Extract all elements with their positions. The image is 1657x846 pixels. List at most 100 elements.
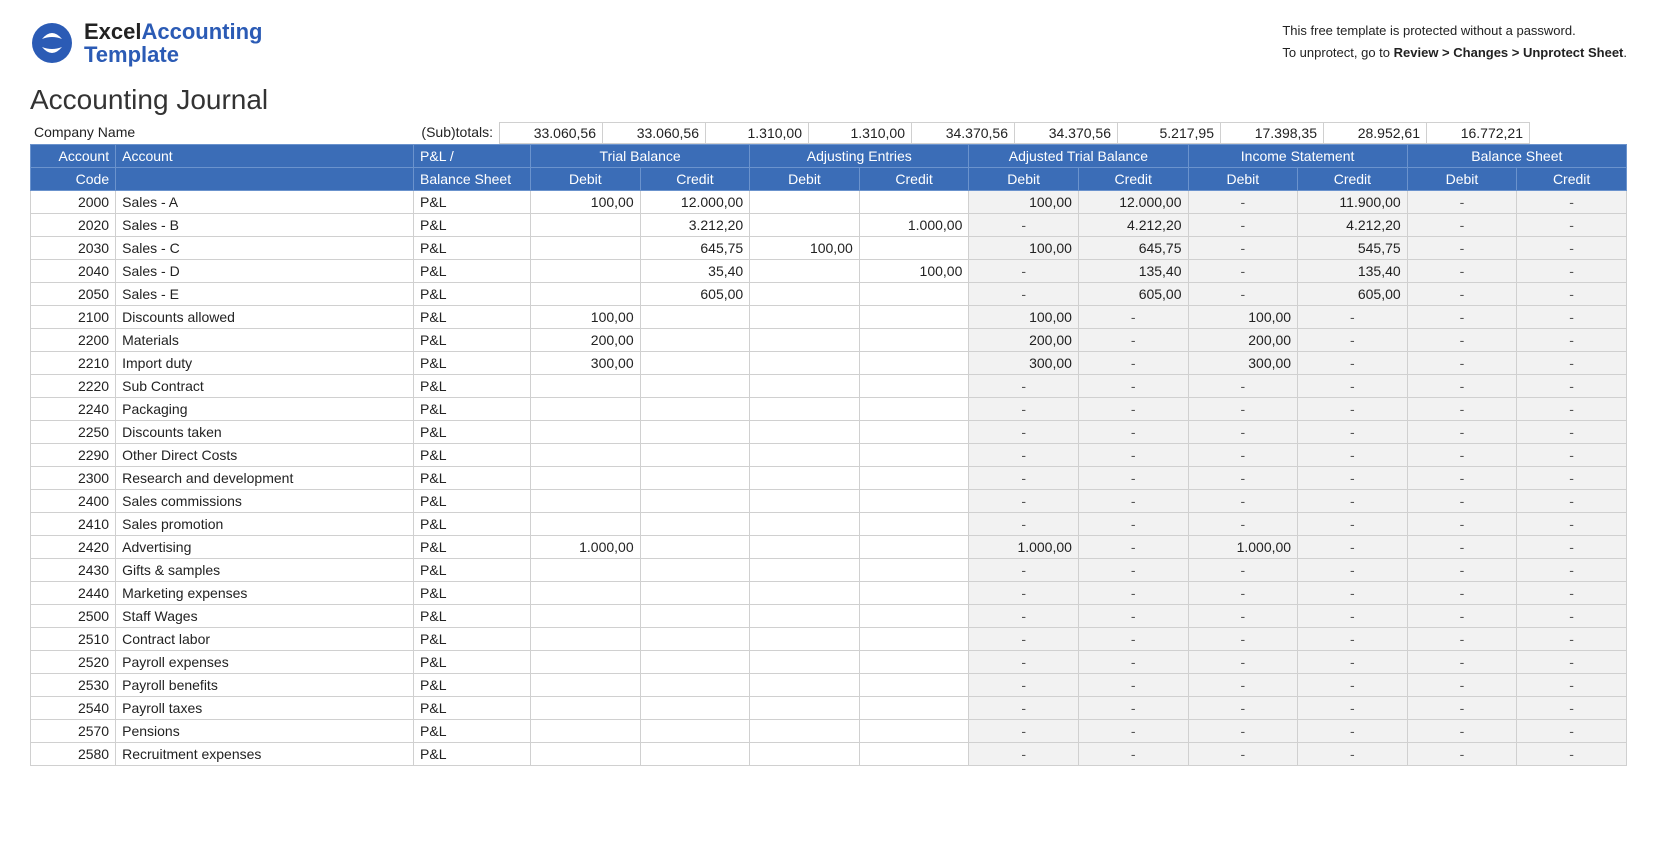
cell-is_c[interactable]: 4.212,20 (1298, 214, 1408, 237)
cell-ae_d[interactable] (750, 283, 860, 306)
cell-type[interactable]: P&L (414, 490, 531, 513)
cell-bs_d[interactable]: - (1407, 490, 1517, 513)
cell-at_d[interactable]: - (969, 467, 1079, 490)
cell-bs_c[interactable]: - (1517, 536, 1627, 559)
cell-is_c[interactable]: - (1298, 559, 1408, 582)
cell-is_c[interactable]: - (1298, 513, 1408, 536)
cell-tb_c[interactable] (640, 306, 750, 329)
table-row[interactable]: 2040Sales - DP&L35,40100,00-135,40-135,4… (31, 260, 1627, 283)
cell-tb_c[interactable] (640, 674, 750, 697)
cell-tb_d[interactable] (531, 444, 641, 467)
cell-account[interactable]: Pensions (116, 720, 414, 743)
cell-tb_c[interactable]: 12.000,00 (640, 191, 750, 214)
table-row[interactable]: 2240PackagingP&L------ (31, 398, 1627, 421)
cell-tb_c[interactable]: 605,00 (640, 283, 750, 306)
cell-bs_d[interactable]: - (1407, 444, 1517, 467)
cell-account[interactable]: Sales - D (116, 260, 414, 283)
cell-code[interactable]: 2400 (31, 490, 116, 513)
cell-at_d[interactable]: - (969, 513, 1079, 536)
cell-at_d[interactable]: - (969, 559, 1079, 582)
cell-tb_d[interactable] (531, 421, 641, 444)
cell-account[interactable]: Materials (116, 329, 414, 352)
cell-tb_c[interactable] (640, 398, 750, 421)
cell-at_d[interactable]: 100,00 (969, 237, 1079, 260)
cell-bs_c[interactable]: - (1517, 375, 1627, 398)
cell-at_d[interactable]: - (969, 674, 1079, 697)
cell-at_c[interactable]: - (1078, 628, 1188, 651)
cell-account[interactable]: Other Direct Costs (116, 444, 414, 467)
cell-is_c[interactable]: - (1298, 651, 1408, 674)
cell-ae_d[interactable] (750, 306, 860, 329)
cell-account[interactable]: Packaging (116, 398, 414, 421)
cell-type[interactable]: P&L (414, 398, 531, 421)
cell-tb_d[interactable] (531, 260, 641, 283)
cell-bs_d[interactable]: - (1407, 743, 1517, 766)
cell-ae_c[interactable] (859, 582, 969, 605)
cell-ae_d[interactable] (750, 444, 860, 467)
cell-tb_d[interactable] (531, 628, 641, 651)
cell-tb_c[interactable] (640, 513, 750, 536)
cell-at_c[interactable]: - (1078, 375, 1188, 398)
cell-is_d[interactable]: - (1188, 214, 1298, 237)
cell-code[interactable]: 2580 (31, 743, 116, 766)
cell-tb_c[interactable] (640, 559, 750, 582)
cell-bs_c[interactable]: - (1517, 467, 1627, 490)
cell-bs_d[interactable]: - (1407, 260, 1517, 283)
table-row[interactable]: 2100Discounts allowedP&L100,00100,00-100… (31, 306, 1627, 329)
cell-tb_d[interactable] (531, 720, 641, 743)
cell-tb_c[interactable] (640, 421, 750, 444)
cell-tb_c[interactable] (640, 697, 750, 720)
cell-type[interactable]: P&L (414, 467, 531, 490)
table-row[interactable]: 2290Other Direct CostsP&L------ (31, 444, 1627, 467)
cell-account[interactable]: Sales - A (116, 191, 414, 214)
cell-at_d[interactable]: - (969, 651, 1079, 674)
cell-type[interactable]: P&L (414, 260, 531, 283)
cell-tb_d[interactable] (531, 697, 641, 720)
cell-is_d[interactable]: - (1188, 674, 1298, 697)
cell-code[interactable]: 2420 (31, 536, 116, 559)
cell-is_c[interactable]: - (1298, 536, 1408, 559)
cell-ae_c[interactable] (859, 743, 969, 766)
cell-is_c[interactable]: - (1298, 421, 1408, 444)
cell-bs_d[interactable]: - (1407, 605, 1517, 628)
cell-ae_d[interactable] (750, 720, 860, 743)
cell-tb_c[interactable]: 645,75 (640, 237, 750, 260)
cell-ae_d[interactable] (750, 536, 860, 559)
cell-at_c[interactable]: - (1078, 490, 1188, 513)
cell-is_d[interactable]: - (1188, 237, 1298, 260)
cell-at_d[interactable]: - (969, 720, 1079, 743)
cell-account[interactable]: Sales - B (116, 214, 414, 237)
cell-tb_d[interactable] (531, 375, 641, 398)
cell-ae_d[interactable] (750, 191, 860, 214)
cell-at_c[interactable]: 135,40 (1078, 260, 1188, 283)
cell-type[interactable]: P&L (414, 743, 531, 766)
cell-at_d[interactable]: - (969, 283, 1079, 306)
cell-bs_d[interactable]: - (1407, 237, 1517, 260)
cell-tb_d[interactable] (531, 743, 641, 766)
cell-ae_d[interactable] (750, 513, 860, 536)
cell-at_d[interactable]: - (969, 628, 1079, 651)
cell-bs_c[interactable]: - (1517, 559, 1627, 582)
cell-code[interactable]: 2050 (31, 283, 116, 306)
cell-ae_d[interactable] (750, 605, 860, 628)
cell-at_c[interactable]: - (1078, 421, 1188, 444)
table-row[interactable]: 2500Staff WagesP&L------ (31, 605, 1627, 628)
cell-at_d[interactable]: - (969, 398, 1079, 421)
cell-ae_c[interactable] (859, 467, 969, 490)
cell-at_d[interactable]: - (969, 490, 1079, 513)
cell-at_c[interactable]: - (1078, 467, 1188, 490)
cell-ae_c[interactable] (859, 306, 969, 329)
cell-bs_d[interactable]: - (1407, 398, 1517, 421)
cell-ae_d[interactable] (750, 490, 860, 513)
cell-at_c[interactable]: 605,00 (1078, 283, 1188, 306)
cell-at_d[interactable]: - (969, 743, 1079, 766)
cell-type[interactable]: P&L (414, 283, 531, 306)
cell-is_d[interactable]: - (1188, 260, 1298, 283)
cell-type[interactable]: P&L (414, 306, 531, 329)
cell-account[interactable]: Staff Wages (116, 605, 414, 628)
cell-bs_c[interactable]: - (1517, 283, 1627, 306)
cell-is_d[interactable]: - (1188, 605, 1298, 628)
cell-account[interactable]: Payroll taxes (116, 697, 414, 720)
cell-bs_c[interactable]: - (1517, 444, 1627, 467)
table-row[interactable]: 2400Sales commissionsP&L------ (31, 490, 1627, 513)
